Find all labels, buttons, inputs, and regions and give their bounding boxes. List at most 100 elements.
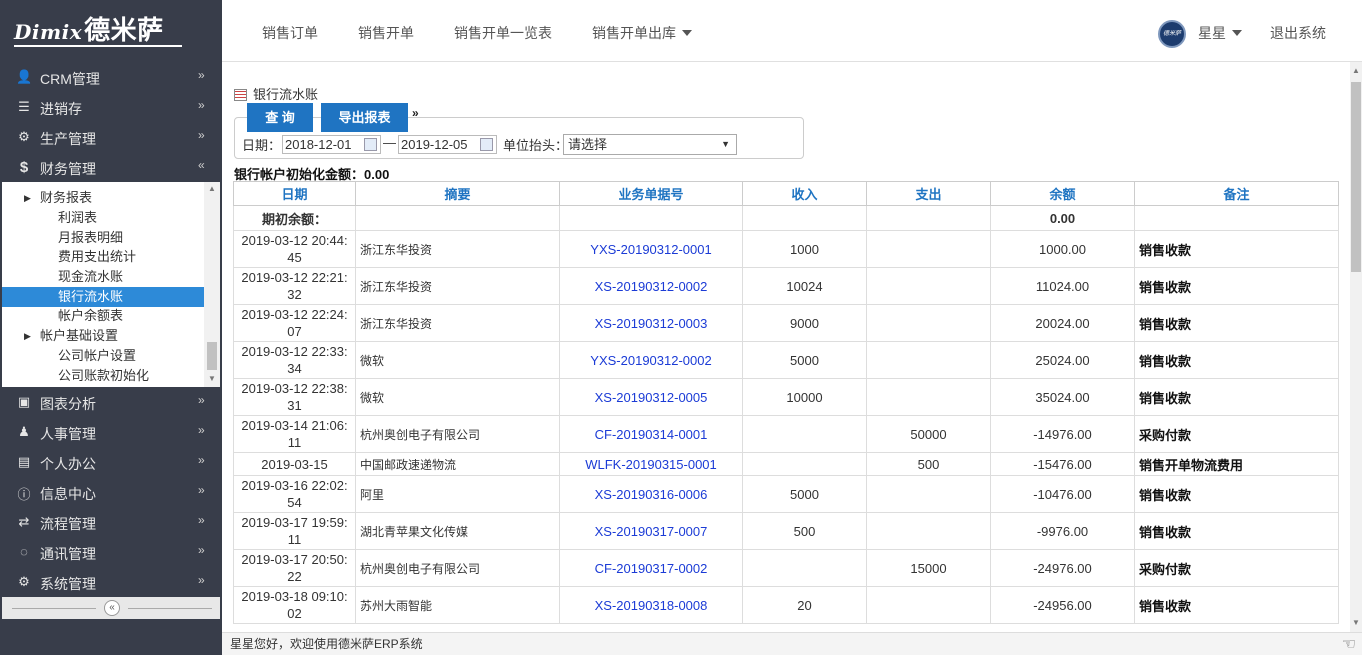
submenu-account-settings[interactable]: ▶ 帐户基础设置 [2, 326, 204, 346]
page-title: 银行流水账 [234, 84, 318, 103]
row-summary: 阿里 [355, 475, 560, 513]
menu-inventory[interactable]: ☰ 进销存 » [2, 92, 222, 122]
row-docno[interactable]: XS-20190317-0007 [559, 512, 743, 550]
gear-icon: ⚙ [18, 574, 30, 589]
menu-system[interactable]: ⚙ 系统管理 » [2, 567, 222, 597]
submenu-monthly-detail[interactable]: 月报表明细 [2, 228, 204, 248]
menu-label: 信息中心 [40, 486, 96, 502]
col-docno[interactable]: 业务单据号 [559, 181, 743, 206]
submenu-bank-journal[interactable]: 银行流水账 [2, 287, 204, 307]
nav-sales-invoice-outbound-label: 销售开单出库 [592, 25, 676, 41]
row-balance: 20024.00 [990, 304, 1135, 342]
col-date[interactable]: 日期 [233, 181, 356, 206]
submenu-cash-journal[interactable]: 现金流水账 [2, 267, 204, 287]
col-summary[interactable]: 摘要 [355, 181, 560, 206]
menu-crm[interactable]: 👤 CRM管理 » [2, 62, 222, 92]
menu-label: 通讯管理 [40, 546, 96, 562]
sidebar-collapse-bar: « [2, 597, 220, 619]
row-date: 2019-03-12 20:44:45 [233, 230, 356, 268]
calendar-icon[interactable] [364, 138, 377, 151]
dollar-icon: $ [19, 159, 29, 176]
menu-label: 生产管理 [40, 131, 96, 147]
menu-production[interactable]: ⚙ 生产管理 » [2, 122, 222, 152]
submenu-expense-stats[interactable]: 费用支出统计 [2, 247, 204, 267]
row-docno[interactable]: XS-20190312-0005 [559, 378, 743, 416]
chevron-down-icon: » [198, 98, 205, 112]
row-income: 20 [742, 586, 867, 624]
table-row: 2019-03-14 21:06:11 杭州奥创电子有限公司 CF-20190314… [233, 415, 1339, 453]
submenu-financial-reports[interactable]: ▶ 财务报表 [2, 188, 204, 208]
submenu-profit-statement[interactable]: 利润表 [2, 208, 204, 228]
row-date: 2019-03-16 22:02:54 [233, 475, 356, 513]
menu-charts[interactable]: ▣ 图表分析 » [2, 387, 222, 417]
row-docno[interactable]: CF-20190314-0001 [559, 415, 743, 453]
menu-workflow[interactable]: ⇄ 流程管理 » [2, 507, 222, 537]
menu-hr[interactable]: ♟ 人事管理 » [2, 417, 222, 447]
scroll-down-icon[interactable]: ▼ [1352, 618, 1360, 627]
unit-select[interactable]: 请选择 ▼ [563, 134, 737, 155]
user-menu[interactable]: 星星 [1198, 23, 1242, 43]
col-note[interactable]: 备注 [1134, 181, 1339, 206]
chevron-down-icon: » [198, 128, 205, 142]
calendar-icon[interactable] [480, 138, 493, 151]
menu-finance[interactable]: $ 财务管理 « [2, 152, 222, 182]
row-date: 2019-03-17 19:59:11 [233, 512, 356, 550]
row-docno[interactable]: CF-20190317-0002 [559, 549, 743, 587]
table-row: 2019-03-17 19:59:11 湖北青苹果文化传媒 XS-20190317-… [233, 512, 1339, 550]
row-expense: 15000 [866, 549, 991, 587]
nav-sales-invoice[interactable]: 销售开单 [358, 23, 414, 43]
chevron-down-icon: » [198, 393, 205, 407]
menu-personal-office[interactable]: ▤ 个人办公 » [2, 447, 222, 477]
row-docno[interactable]: XS-20190318-0008 [559, 586, 743, 624]
chevron-down-icon: » [198, 423, 205, 437]
main-scrollbar[interactable]: ▲ ▼ [1350, 62, 1362, 632]
collapse-sidebar-icon[interactable]: « [104, 600, 120, 616]
caret-down-icon [682, 30, 692, 36]
scroll-up-icon[interactable]: ▲ [208, 184, 216, 193]
scroll-down-icon[interactable]: ▼ [208, 374, 216, 383]
row-docno[interactable]: WLFK-20190315-0001 [559, 452, 743, 476]
nav-sales-order[interactable]: 销售订单 [262, 23, 318, 43]
export-button[interactable]: 导出报表 [321, 103, 408, 132]
query-button[interactable]: 查 询 [247, 103, 313, 132]
submenu-company-account[interactable]: 公司帐户设置 [2, 346, 204, 366]
submenu-scrollbar[interactable]: ▲ ▼ [204, 182, 220, 387]
row-summary: 湖北青苹果文化传媒 [355, 512, 560, 550]
col-balance[interactable]: 余额 [990, 181, 1135, 206]
row-docno[interactable]: YXS-20190312-0002 [559, 341, 743, 379]
table-row: 2019-03-16 22:02:54 阿里 XS-20190316-0006 500… [233, 475, 1339, 513]
row-balance: 11024.00 [990, 267, 1135, 305]
nav-sales-invoice-outbound[interactable]: 销售开单出库 [592, 23, 692, 43]
row-balance: -9976.00 [990, 512, 1135, 550]
date-to-input[interactable]: 2019-12-05 [398, 135, 497, 154]
row-income: 500 [742, 512, 867, 550]
submenu-scroll-thumb[interactable] [207, 342, 217, 370]
main-scroll-thumb[interactable] [1351, 82, 1361, 272]
row-expense [866, 267, 991, 305]
logout-link[interactable]: 退出系统 [1270, 23, 1326, 43]
submenu-account-balance[interactable]: 帐户余额表 [2, 306, 204, 326]
row-balance: 1000.00 [990, 230, 1135, 268]
date-from-input[interactable]: 2018-12-01 [282, 135, 381, 154]
row-docno[interactable]: XS-20190312-0003 [559, 304, 743, 342]
col-income[interactable]: 收入 [742, 181, 867, 206]
menu-communication[interactable]: ◌ 通讯管理 » [2, 537, 222, 567]
row-docno[interactable]: XS-20190312-0002 [559, 267, 743, 305]
submenu-account-init[interactable]: 公司账款初始化 [2, 366, 204, 386]
row-note: 采购付款 [1134, 415, 1339, 453]
hand-left-icon[interactable]: ☜ [1342, 634, 1356, 656]
row-summary: 中国邮政速递物流 [355, 452, 560, 476]
expand-icon[interactable]: » [412, 106, 419, 120]
init-balance-value: 0.00 [364, 167, 390, 182]
col-expense[interactable]: 支出 [866, 181, 991, 206]
row-docno[interactable]: XS-20190316-0006 [559, 475, 743, 513]
menu-info-center[interactable]: ⓘ 信息中心 » [2, 477, 222, 507]
row-balance: -14976.00 [990, 415, 1135, 453]
row-docno[interactable]: YXS-20190312-0001 [559, 230, 743, 268]
row-date: 2019-03-15 [233, 452, 356, 476]
scroll-up-icon[interactable]: ▲ [1352, 66, 1360, 75]
avatar[interactable]: 德米萨 [1158, 20, 1186, 48]
row-note: 销售开单物流费用 [1134, 452, 1339, 476]
info-icon: ⓘ [17, 487, 31, 502]
nav-sales-invoice-list[interactable]: 销售开单一览表 [454, 23, 552, 43]
